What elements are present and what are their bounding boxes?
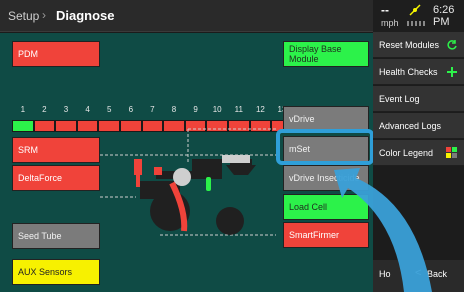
sidebar-item-label: Color Legend — [379, 147, 434, 158]
sidebar-item-label: Advanced Logs — [379, 120, 442, 131]
module-vdrive-insecticide[interactable]: vDrive Insecticide — [283, 165, 369, 191]
row-number-label: 10 — [212, 105, 222, 114]
home-button[interactable]: Ho — [379, 269, 391, 279]
row-status-cell[interactable] — [12, 120, 34, 132]
gps-satellite-icon — [409, 4, 421, 16]
status-area: -- mph 6:26 PM — [373, 0, 464, 32]
row-number-label: 7 — [150, 105, 155, 114]
sidebar-item-health-checks[interactable]: Health Checks — [373, 59, 464, 85]
sidebar: Reset Modules Health Checks Event Log Ad… — [373, 32, 464, 292]
top-bar: Setup › Diagnose — [0, 0, 373, 32]
back-button[interactable]: Back — [427, 269, 447, 279]
breadcrumb-separator: › — [42, 8, 46, 22]
row-number-label: 9 — [193, 105, 198, 114]
module-srm[interactable]: SRM — [12, 137, 100, 163]
row-number-label: 11 — [234, 105, 243, 114]
speed-value: -- — [381, 3, 389, 17]
module-pdm[interactable]: PDM — [12, 41, 100, 67]
planter-row-illustration — [100, 128, 276, 236]
signal-bars-icon — [407, 21, 425, 26]
module-display-base[interactable]: Display Base Module — [283, 41, 369, 67]
row-number-label: 3 — [63, 105, 69, 114]
row-number-label: 2 — [42, 105, 47, 114]
mset-highlight-outline — [276, 129, 374, 165]
page-title: Diagnose — [56, 8, 115, 23]
row-number-label: 1 — [20, 105, 26, 114]
clock: 6:26 PM — [433, 4, 455, 28]
module-load-cell[interactable]: Load Cell — [283, 194, 369, 220]
reset-icon — [447, 40, 457, 50]
sidebar-item-advanced-logs[interactable]: Advanced Logs — [373, 113, 464, 139]
module-smartfirmer[interactable]: SmartFirmer — [283, 222, 369, 248]
sidebar-item-reset-modules[interactable]: Reset Modules — [373, 32, 464, 58]
color-grid-icon — [446, 147, 457, 158]
row-number-label: 12 — [255, 105, 265, 114]
row-status-cell[interactable] — [55, 120, 77, 132]
module-deltaforce[interactable]: DeltaForce — [12, 165, 100, 191]
speed-unit: mph — [381, 18, 399, 28]
row-number-label: 8 — [171, 105, 177, 114]
module-seed-tube[interactable]: Seed Tube — [12, 223, 100, 249]
row-status-cell[interactable] — [76, 120, 99, 132]
sidebar-item-color-legend[interactable]: Color Legend — [373, 140, 464, 166]
bottom-nav: Ho < Back — [373, 260, 464, 292]
chevron-left-icon: < — [415, 267, 422, 279]
sidebar-item-label: Event Log — [379, 93, 420, 104]
sidebar-item-event-log[interactable]: Event Log — [373, 86, 464, 112]
row-status-cell[interactable] — [33, 120, 56, 132]
sidebar-item-label: Health Checks — [379, 66, 438, 77]
row-number-label: 6 — [128, 105, 134, 114]
health-plus-icon — [447, 67, 457, 77]
row-number-label: 5 — [106, 105, 112, 114]
row-number-label: 4 — [85, 105, 90, 114]
breadcrumb-setup[interactable]: Setup — [8, 9, 39, 23]
module-aux-sensors[interactable]: AUX Sensors — [12, 259, 100, 285]
sidebar-item-label: Reset Modules — [379, 39, 440, 50]
